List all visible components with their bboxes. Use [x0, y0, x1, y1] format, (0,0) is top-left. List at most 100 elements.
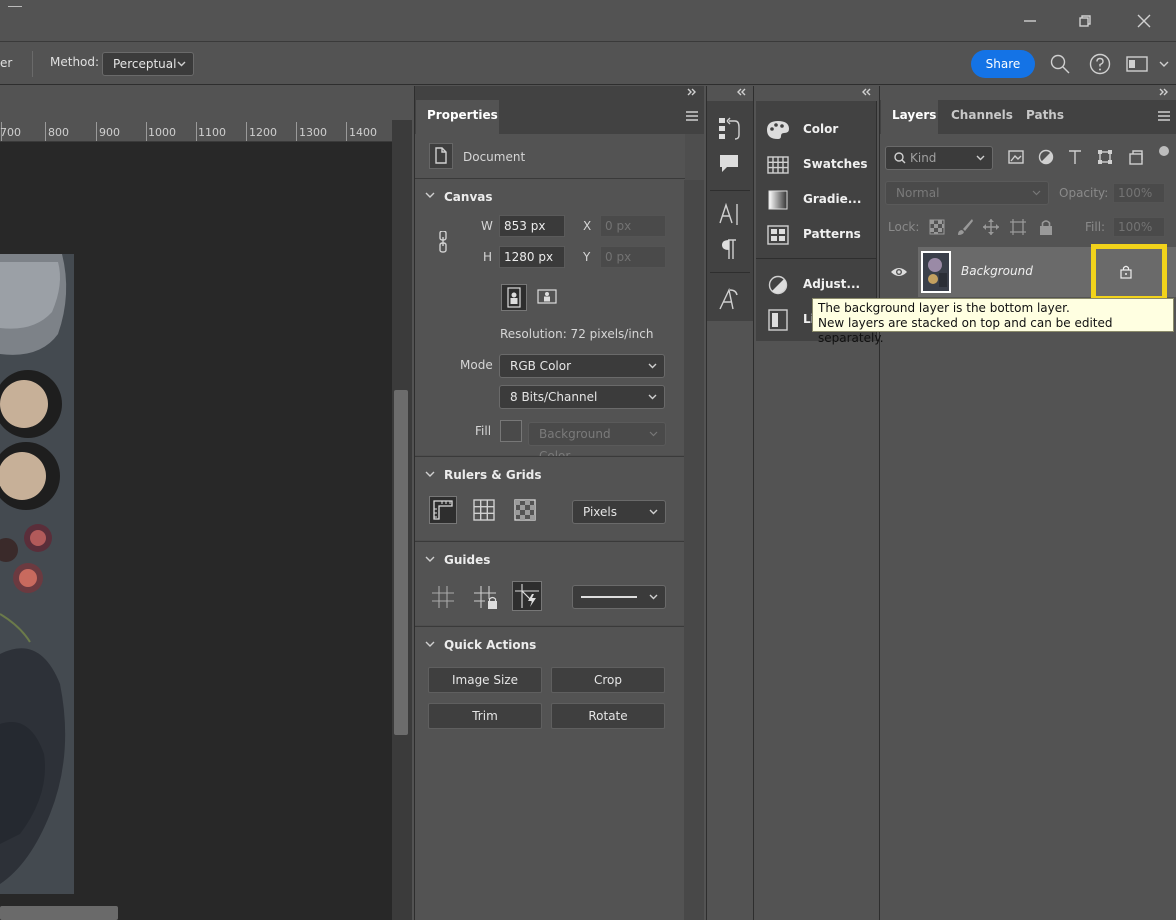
chevron-down-icon[interactable]: [425, 192, 435, 200]
filter-pixel-icon[interactable]: [1008, 150, 1024, 164]
opacity-label: Opacity:: [1059, 186, 1109, 200]
x-field[interactable]: 0 px: [600, 215, 666, 237]
properties-scrollbar[interactable]: [684, 180, 704, 920]
lock-move-icon[interactable]: [982, 218, 1000, 236]
chevron-down-icon[interactable]: [425, 556, 435, 564]
bit-depth-dropdown[interactable]: 8 Bits/Channel: [499, 385, 665, 409]
food-photo-image: [0, 254, 74, 894]
filter-shape-icon[interactable]: [1097, 149, 1113, 165]
chevron-down-icon[interactable]: [425, 641, 435, 649]
properties-panel: Properties Document Canvas W 853 px X 0 …: [414, 86, 704, 920]
canvas-title: Canvas: [444, 190, 493, 204]
lock-guides-icon[interactable]: [473, 585, 499, 611]
portrait-orientation-button[interactable]: [501, 284, 527, 311]
horizontal-scrollbar-thumb[interactable]: [0, 906, 118, 920]
libraries-icon: [768, 309, 788, 331]
link-icon[interactable]: [437, 231, 449, 253]
color-panel-button[interactable]: Color: [756, 112, 877, 147]
chevron-down-icon[interactable]: [425, 471, 435, 479]
resolution-text: Resolution: 72 pixels/inch: [500, 327, 654, 341]
ruler-tick: 1400: [349, 126, 377, 139]
fill-field[interactable]: 100%: [1113, 217, 1165, 237]
restore-button[interactable]: [1062, 8, 1108, 34]
filter-toggle[interactable]: [1159, 146, 1169, 156]
canvas-image[interactable]: [0, 254, 74, 894]
tab-paths[interactable]: Paths: [1026, 108, 1064, 122]
workspace-icon[interactable]: [1126, 55, 1148, 73]
panel-menu-icon[interactable]: [1158, 111, 1170, 121]
expand-icon[interactable]: [862, 88, 872, 96]
lock-brush-icon[interactable]: [956, 218, 974, 236]
landscape-icon: [537, 289, 557, 304]
expand-icon[interactable]: [737, 88, 747, 96]
character-icon[interactable]: [719, 202, 741, 226]
fill-dropdown[interactable]: Background Color: [528, 422, 666, 463]
minimize-button[interactable]: [1007, 8, 1053, 34]
filter-adjustment-icon[interactable]: [1038, 149, 1054, 165]
width-field[interactable]: 853 px: [499, 215, 565, 237]
units-dropdown[interactable]: Pixels: [572, 500, 666, 524]
chevron-down-icon: [649, 509, 658, 515]
tooltip-line-1: The background layer is the bottom layer…: [818, 301, 1070, 315]
adjustments-panel-button[interactable]: Adjust...: [756, 267, 877, 302]
filter-type-icon[interactable]: [1068, 149, 1082, 165]
tab-channels[interactable]: Channels: [951, 108, 1013, 122]
trim-button[interactable]: Trim: [428, 703, 542, 729]
glyphs-icon[interactable]: [718, 287, 740, 311]
ruler-tick: 1100: [198, 126, 226, 139]
ruler-tick: 900: [99, 126, 120, 139]
opacity-field[interactable]: 100%: [1113, 183, 1165, 203]
gradients-panel-button[interactable]: Gradie...: [756, 182, 877, 217]
height-field[interactable]: 1280 px: [499, 246, 565, 268]
y-field[interactable]: 0 px: [600, 246, 666, 268]
search-icon: [894, 152, 906, 164]
smart-guides-toggle[interactable]: [512, 581, 542, 611]
method-dropdown[interactable]: Perceptual: [102, 52, 194, 76]
comments-icon[interactable]: [718, 152, 740, 174]
method-label: Method:: [50, 55, 100, 69]
swatches-panel-button[interactable]: Swatches: [756, 147, 877, 182]
grid-icon[interactable]: [473, 499, 495, 521]
crop-button[interactable]: Crop: [551, 667, 665, 693]
adjustments-label: Adjust...: [803, 277, 861, 291]
title-bar: [0, 0, 1176, 42]
share-button[interactable]: Share: [971, 50, 1035, 78]
guide-style-dropdown[interactable]: [572, 585, 666, 609]
tab-layers[interactable]: Layers: [881, 100, 938, 134]
ruler-tick: 800: [48, 126, 69, 139]
search-icon[interactable]: [1050, 54, 1070, 74]
tab-properties[interactable]: Properties: [416, 100, 499, 134]
collapse-icon[interactable]: [1159, 88, 1169, 96]
scrollbar-thumb[interactable]: [394, 390, 408, 735]
paragraph-icon[interactable]: [720, 238, 738, 260]
ruler-tick: 700: [0, 126, 21, 139]
divider: [32, 51, 33, 77]
image-size-button[interactable]: Image Size: [428, 667, 542, 693]
history-icon[interactable]: [717, 115, 741, 141]
rulers-toggle[interactable]: [429, 496, 457, 524]
rotate-button[interactable]: Rotate: [551, 703, 665, 729]
collapse-icon[interactable]: [687, 88, 697, 96]
kind-placeholder: Kind: [910, 151, 937, 165]
fill-swatch[interactable]: [500, 420, 522, 442]
lock-transparent-icon[interactable]: [929, 219, 945, 235]
menu-stub: [8, 6, 22, 7]
lock-all-icon[interactable]: [1038, 218, 1054, 236]
filter-smart-object-icon[interactable]: [1128, 149, 1144, 165]
pixel-grid-icon[interactable]: [514, 499, 536, 521]
patterns-panel-button[interactable]: Patterns: [756, 217, 877, 252]
panel-menu-icon[interactable]: [686, 111, 698, 121]
eye-icon[interactable]: [890, 265, 908, 279]
mode-dropdown[interactable]: RGB Color: [499, 354, 665, 378]
close-button[interactable]: [1121, 8, 1167, 34]
options-partial-label: er: [0, 56, 13, 70]
minimize-icon: [1024, 20, 1036, 22]
lock-artboard-icon[interactable]: [1009, 218, 1027, 236]
help-icon[interactable]: [1089, 53, 1111, 75]
chevron-down-icon[interactable]: [1159, 59, 1169, 69]
guides-icon[interactable]: [431, 585, 455, 609]
horizontal-ruler: 700 800 900 1000 1100 1200 1300 1400: [0, 120, 392, 142]
kind-filter-dropdown[interactable]: Kind: [885, 146, 993, 170]
landscape-orientation-button[interactable]: [534, 284, 560, 311]
blend-mode-dropdown[interactable]: Normal: [885, 181, 1049, 205]
